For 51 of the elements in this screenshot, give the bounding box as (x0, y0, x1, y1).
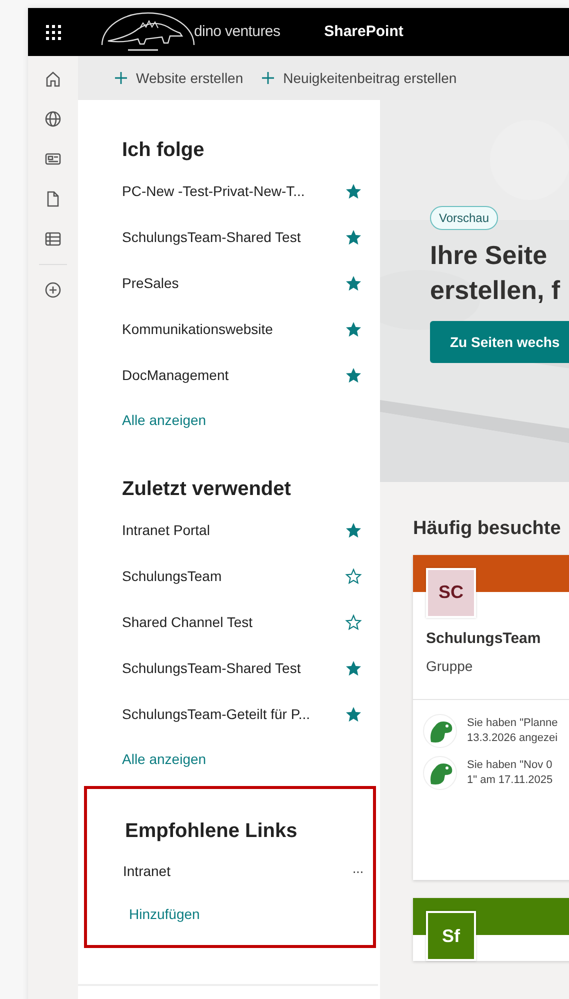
globe-icon[interactable] (44, 110, 62, 128)
star-filled-icon[interactable] (345, 320, 362, 338)
site-link[interactable]: Shared Channel Test (122, 612, 252, 632)
preview-badge: Vorschau (430, 206, 498, 230)
plus-icon (261, 71, 276, 85)
more-options[interactable]: ··· (352, 861, 363, 882)
site-link[interactable]: Intranet Portal (122, 520, 210, 540)
star-outline-icon[interactable] (345, 568, 362, 584)
site-initials: SC (426, 568, 476, 618)
site-link[interactable]: Kommunikationswebsite (122, 318, 273, 340)
logo-text: dino ventures (194, 22, 280, 42)
activity-text: Sie haben "Planne 13.3.2026 angezei (467, 716, 558, 746)
star-outline-icon[interactable] (345, 614, 362, 630)
site-type: Gruppe (426, 657, 474, 676)
section-heading: Zuletzt verwendet (122, 477, 292, 501)
star-filled-icon[interactable] (345, 660, 362, 676)
site-link[interactable]: DocManagement (122, 364, 229, 386)
site-link[interactable]: SchulungsTeam (122, 566, 222, 586)
site-link[interactable]: PreSales (122, 272, 179, 294)
site-link[interactable]: SchulungsTeam-Shared Test (122, 226, 301, 248)
activity-text: Sie haben "Nov 0 1" am 17.11.2025 (467, 758, 553, 788)
site-card[interactable]: Sf (413, 898, 569, 962)
site-link[interactable]: SchulungsTeam-Geteilt für P... (122, 704, 310, 724)
section-heading: Häufig besuchte (413, 518, 562, 541)
show-all-link[interactable]: Alle anzeigen (122, 410, 206, 431)
site-card[interactable]: SC SchulungsTeam Gruppe Sie haben "Planne 13.3.2026 angezei Sie haben "Nov 0 1" am 17.11.2025 (413, 554, 569, 880)
section-heading: Empfohlene Links (125, 819, 298, 843)
star-filled-icon[interactable] (345, 706, 362, 722)
star-filled-icon[interactable] (345, 228, 362, 246)
star-filled-icon[interactable] (345, 366, 362, 384)
list-icon[interactable] (44, 230, 62, 248)
app-launcher-icon[interactable] (46, 24, 60, 40)
home-icon[interactable] (44, 70, 62, 88)
plus-icon (114, 71, 128, 85)
star-filled-icon[interactable] (345, 182, 362, 200)
command-button[interactable]: Neuigkeitenbeitrag erstellen (261, 68, 457, 88)
section-heading: Ich folge (122, 138, 206, 162)
site-link[interactable]: SchulungsTeam-Shared Test (122, 658, 301, 678)
hero-heading: Ihre Seite erstellen, f (430, 239, 562, 307)
show-all-link[interactable]: Alle anzeigen (122, 749, 206, 770)
command-button[interactable]: Website erstellen (114, 68, 244, 88)
star-filled-icon[interactable] (345, 522, 362, 538)
site-name: SchulungsTeam (426, 628, 542, 649)
site-link[interactable]: PC-New -Test-Privat-New-T... (122, 180, 305, 202)
switch-button[interactable]: Zu Seiten wechs (430, 321, 569, 364)
star-filled-icon[interactable] (345, 274, 362, 292)
app-title[interactable]: SharePoint (324, 20, 404, 44)
add-link[interactable]: Hinzufügen (129, 904, 200, 925)
site-initials: Sf (426, 911, 476, 962)
link-item[interactable]: Intranet (123, 861, 170, 882)
add-icon[interactable] (44, 281, 62, 299)
